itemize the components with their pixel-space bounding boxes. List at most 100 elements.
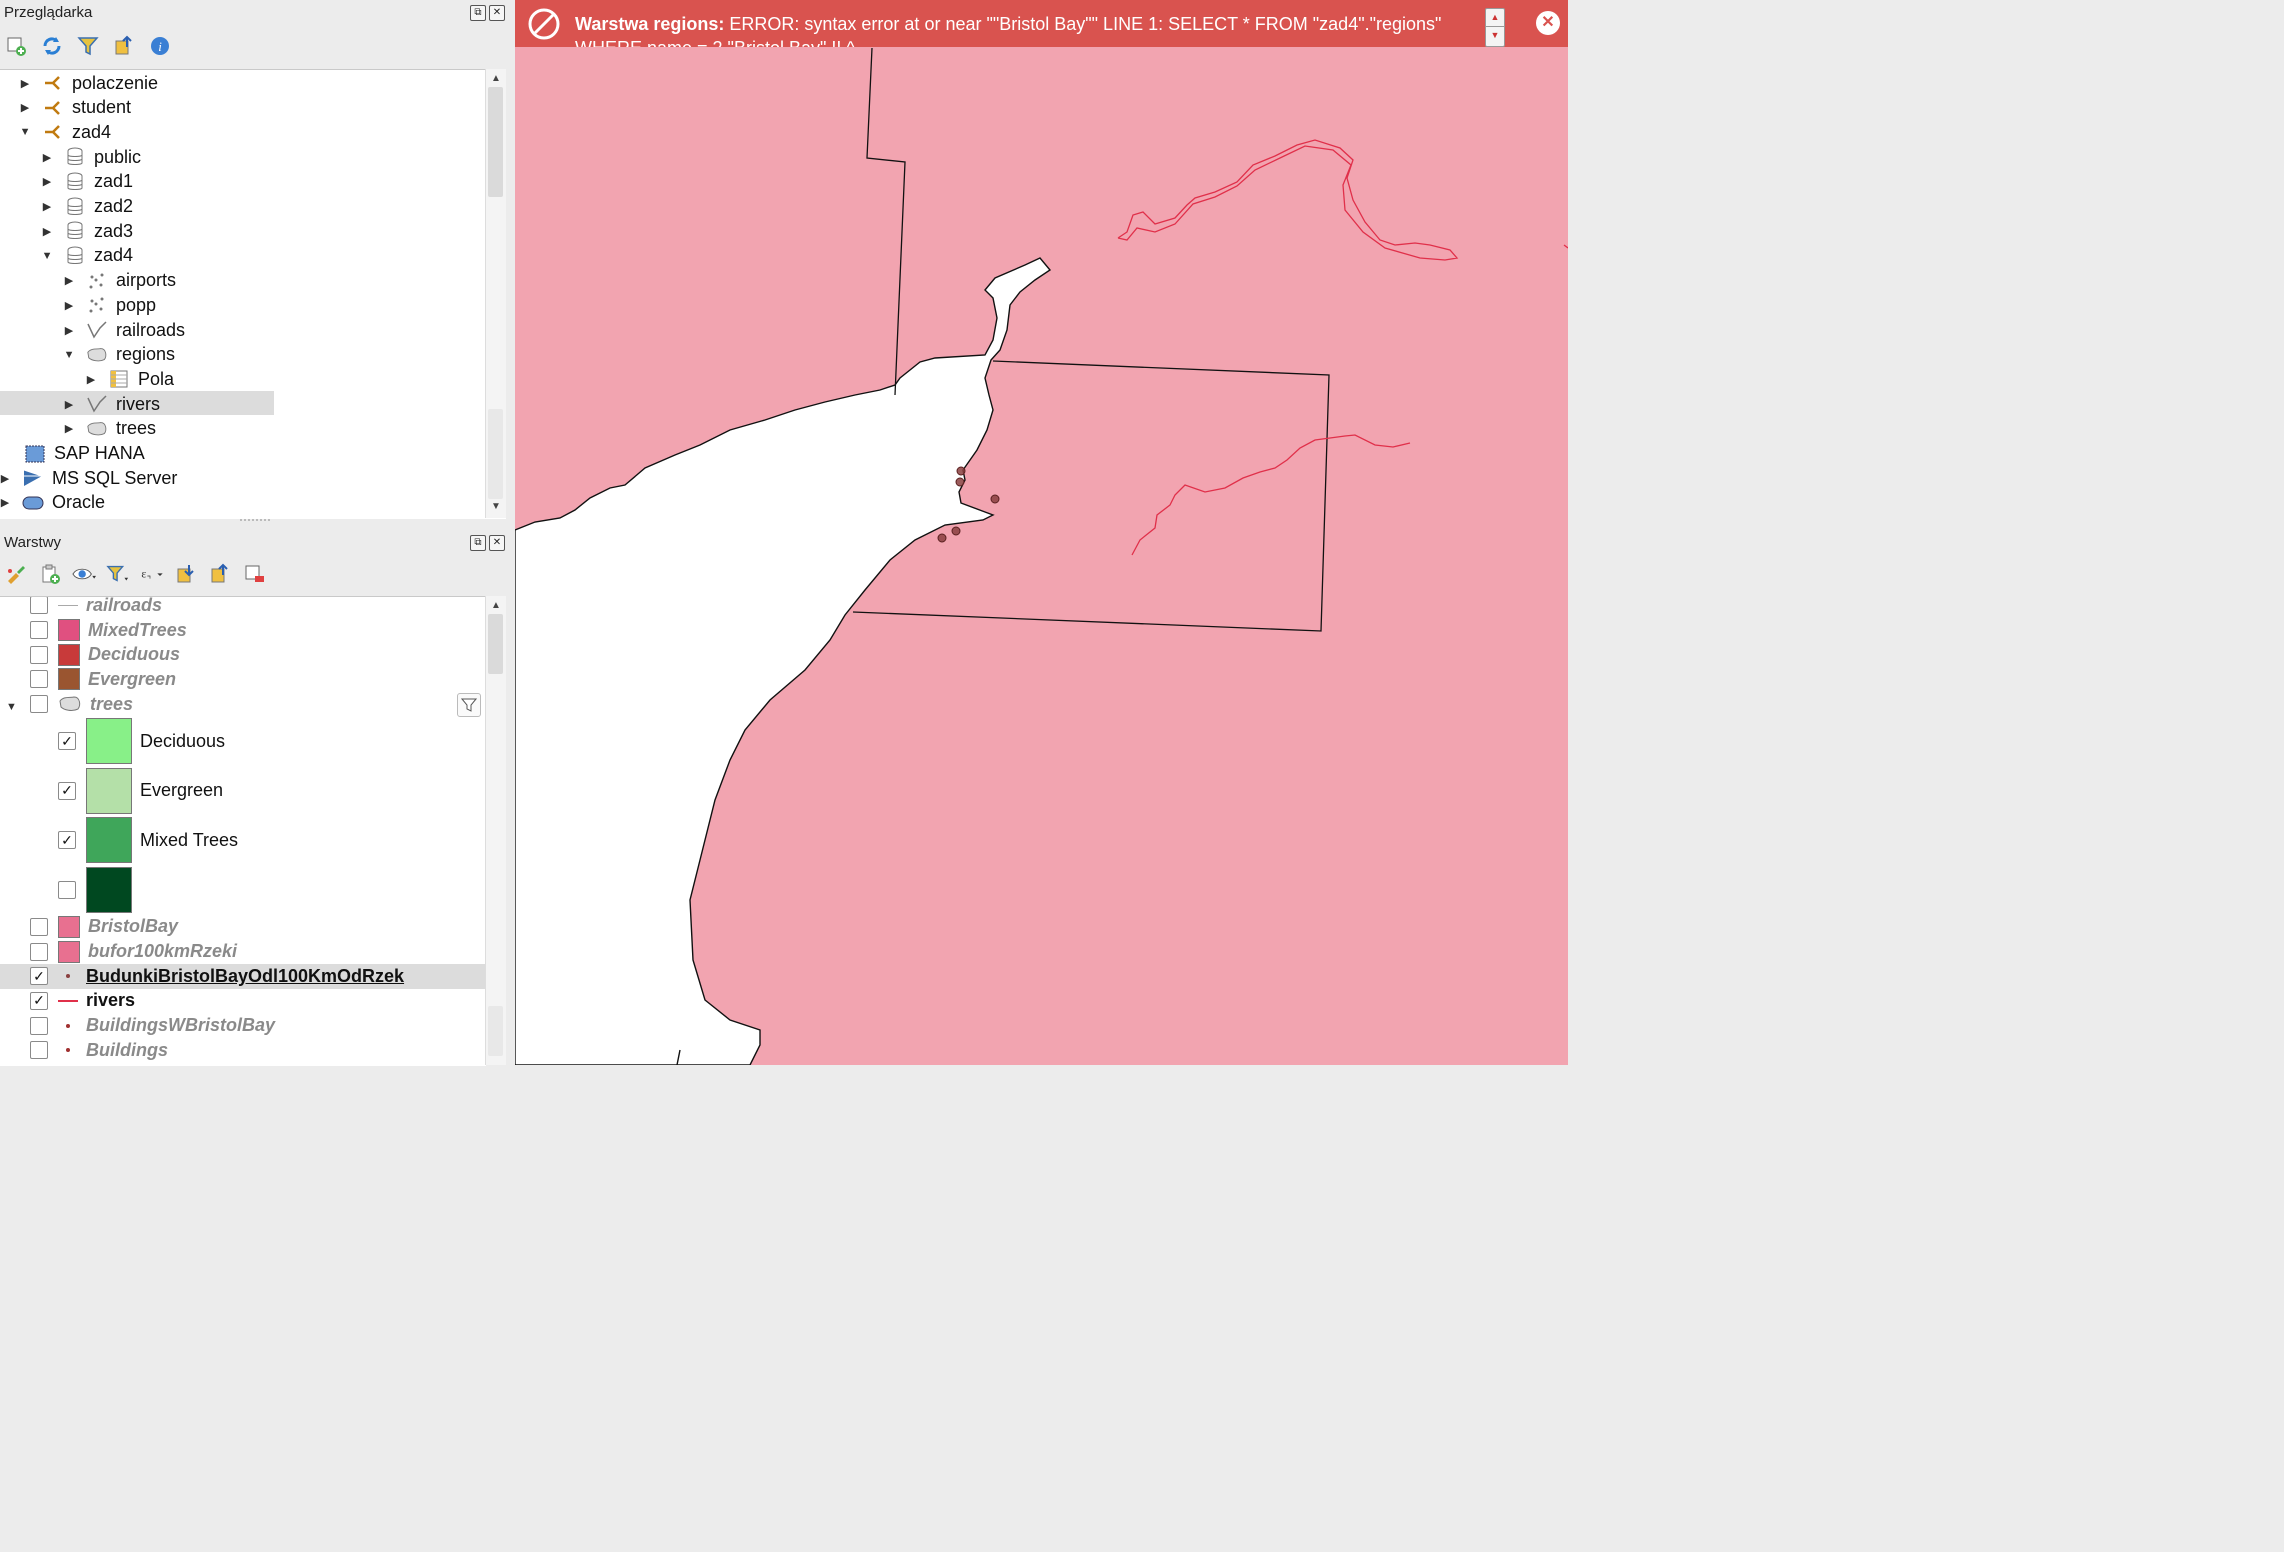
- layer-item-buildings[interactable]: Buildings: [0, 1038, 486, 1063]
- close-panel-button[interactable]: ✕: [489, 535, 505, 551]
- layer-visibility-checkbox[interactable]: ✓: [58, 781, 76, 800]
- browser-item-popp[interactable]: ▶ popp: [64, 293, 156, 317]
- expanded-arrow-icon[interactable]: ▼: [64, 349, 75, 361]
- browser-item-ms-sql-server[interactable]: ▶ MS SQL Server: [0, 466, 178, 490]
- scroll-up-icon[interactable]: ▲: [1486, 9, 1504, 27]
- remove-layer-icon[interactable]: [242, 562, 266, 586]
- float-panel-button[interactable]: ⧉: [470, 535, 486, 551]
- layer-visibility-checkbox[interactable]: [30, 695, 48, 714]
- browser-item-oracle[interactable]: ▶ Oracle: [0, 491, 105, 515]
- layer-visibility-checkbox[interactable]: [30, 1041, 48, 1060]
- layer-item-deciduous[interactable]: Deciduous: [0, 642, 486, 667]
- layer-visibility-checkbox[interactable]: ✓: [58, 831, 76, 850]
- collapsed-arrow-icon[interactable]: ▶: [0, 472, 10, 485]
- map-canvas[interactable]: [515, 0, 1568, 1065]
- collapsed-arrow-icon[interactable]: ▶: [64, 422, 74, 435]
- layer-visibility-checkbox[interactable]: [30, 942, 48, 961]
- layer-visibility-checkbox[interactable]: [30, 597, 48, 615]
- building-point[interactable]: [990, 494, 1000, 504]
- browser-item-zad4[interactable]: ▼ zad4: [42, 244, 133, 268]
- layer-item-rivers[interactable]: ✓ rivers: [0, 989, 486, 1014]
- filter-legend-icon[interactable]: [106, 562, 130, 586]
- collapsed-arrow-icon[interactable]: ▶: [42, 225, 52, 238]
- legend-filter-icon[interactable]: [457, 693, 481, 717]
- browser-item-zad3[interactable]: ▶ zad3: [42, 219, 133, 243]
- add-group-icon[interactable]: [38, 562, 62, 586]
- layer-visibility-checkbox[interactable]: [30, 1016, 48, 1035]
- collapsed-arrow-icon[interactable]: ▶: [0, 496, 10, 509]
- browser-item-regions[interactable]: ▼ regions: [64, 343, 175, 367]
- building-point[interactable]: [955, 477, 965, 487]
- browser-item-rivers[interactable]: ▶ rivers: [64, 392, 160, 416]
- building-point[interactable]: [937, 533, 947, 543]
- visibility-eye-icon[interactable]: [72, 562, 96, 586]
- scroll-up-icon[interactable]: ▲: [486, 73, 506, 84]
- layer-visibility-checkbox[interactable]: [58, 880, 76, 899]
- layer-item-mixed-trees[interactable]: ✓ Mixed Trees: [0, 816, 486, 866]
- layer-visibility-checkbox[interactable]: [30, 670, 48, 689]
- layer-item-deciduous[interactable]: ✓ Deciduous: [0, 717, 486, 767]
- info-icon[interactable]: i: [148, 34, 172, 58]
- expanded-arrow-icon[interactable]: ▼: [20, 126, 31, 138]
- layer-visibility-checkbox[interactable]: ✓: [30, 991, 48, 1010]
- browser-item-public[interactable]: ▶ public: [42, 145, 141, 169]
- style-brush-icon[interactable]: [4, 562, 28, 586]
- building-point[interactable]: [951, 526, 961, 536]
- browser-item-pola[interactable]: ▶ Pola: [86, 367, 174, 391]
- layer-item-railroads[interactable]: railroads: [0, 597, 486, 618]
- layer-item-evergreen[interactable]: ✓ Evergreen: [0, 766, 486, 816]
- layer-item-budunkibristolbayodl100kmodrzek[interactable]: ✓ BudunkiBristolBayOdl100KmOdRzek: [0, 963, 486, 989]
- layer-visibility-checkbox[interactable]: [30, 917, 48, 936]
- collapsed-arrow-icon[interactable]: ▶: [20, 77, 30, 90]
- browser-item-railroads[interactable]: ▶ railroads: [64, 318, 185, 342]
- browser-item-student[interactable]: ▶ student: [20, 96, 131, 120]
- scroll-up-icon[interactable]: ▲: [486, 600, 506, 611]
- layer-item-buildingswbristolbay[interactable]: BuildingsWBristolBay: [0, 1013, 486, 1038]
- collapsed-arrow-icon[interactable]: ▶: [86, 373, 96, 386]
- expanded-arrow-icon[interactable]: ▼: [42, 250, 53, 262]
- collapse-all-icon[interactable]: [112, 34, 136, 58]
- float-panel-button[interactable]: ⧉: [470, 5, 486, 21]
- scroll-thumb[interactable]: [488, 614, 503, 674]
- layers-scrollbar[interactable]: ▲: [485, 596, 506, 1065]
- browser-item-zad4[interactable]: ▼ zad4: [20, 120, 111, 144]
- scroll-thumb[interactable]: [488, 87, 503, 197]
- layer-visibility-checkbox[interactable]: ✓: [58, 732, 76, 751]
- refresh-icon[interactable]: [40, 34, 64, 58]
- collapsed-arrow-icon[interactable]: ▶: [64, 274, 74, 287]
- layer-item-bristolbay[interactable]: BristolBay: [0, 915, 486, 940]
- collapsed-arrow-icon[interactable]: ▶: [64, 299, 74, 312]
- scroll-down-icon[interactable]: ▼: [486, 501, 506, 512]
- browser-item-zad1[interactable]: ▶ zad1: [42, 170, 133, 194]
- collapsed-arrow-icon[interactable]: ▶: [20, 101, 30, 114]
- collapsed-arrow-icon[interactable]: ▶: [64, 324, 74, 337]
- close-panel-button[interactable]: ✕: [489, 5, 505, 21]
- collapse-all-icon[interactable]: [208, 562, 232, 586]
- layer-visibility-checkbox[interactable]: [30, 645, 48, 664]
- expand-all-icon[interactable]: [174, 562, 198, 586]
- browser-item-polaczenie[interactable]: ▶ polaczenie: [20, 71, 158, 95]
- collapsed-arrow-icon[interactable]: ▶: [42, 200, 52, 213]
- layer-item-bufor100kmrzeki[interactable]: bufor100kmRzeki: [0, 939, 486, 964]
- browser-scrollbar[interactable]: ▲ ▼: [485, 69, 506, 518]
- close-error-button[interactable]: ✕: [1536, 11, 1560, 35]
- filter-icon[interactable]: [76, 34, 100, 58]
- layer-visibility-checkbox[interactable]: [30, 621, 48, 640]
- browser-item-zad2[interactable]: ▶ zad2: [42, 195, 133, 219]
- collapsed-arrow-icon[interactable]: ▶: [64, 398, 74, 411]
- browser-item-sap-hana[interactable]: SAP HANA: [0, 442, 145, 466]
- browser-item-trees[interactable]: ▶ trees: [64, 417, 156, 441]
- scroll-down-icon[interactable]: ▼: [1486, 27, 1504, 44]
- layer-item-mixedtrees[interactable]: MixedTrees: [0, 618, 486, 643]
- panel-splitter[interactable]: [240, 519, 270, 525]
- layer-item-unnamed[interactable]: [0, 865, 486, 915]
- add-layer-icon[interactable]: [4, 34, 28, 58]
- collapsed-arrow-icon[interactable]: ▶: [42, 151, 52, 164]
- collapsed-arrow-icon[interactable]: ▶: [42, 175, 52, 188]
- building-point[interactable]: [956, 466, 966, 476]
- layer-visibility-checkbox[interactable]: ✓: [30, 967, 48, 986]
- layer-item-evergreen[interactable]: Evergreen: [0, 667, 486, 692]
- layer-item-trees[interactable]: ▼ trees: [0, 692, 486, 717]
- browser-item-airports[interactable]: ▶ airports: [64, 269, 176, 293]
- error-scroll[interactable]: ▲ ▼: [1485, 8, 1505, 47]
